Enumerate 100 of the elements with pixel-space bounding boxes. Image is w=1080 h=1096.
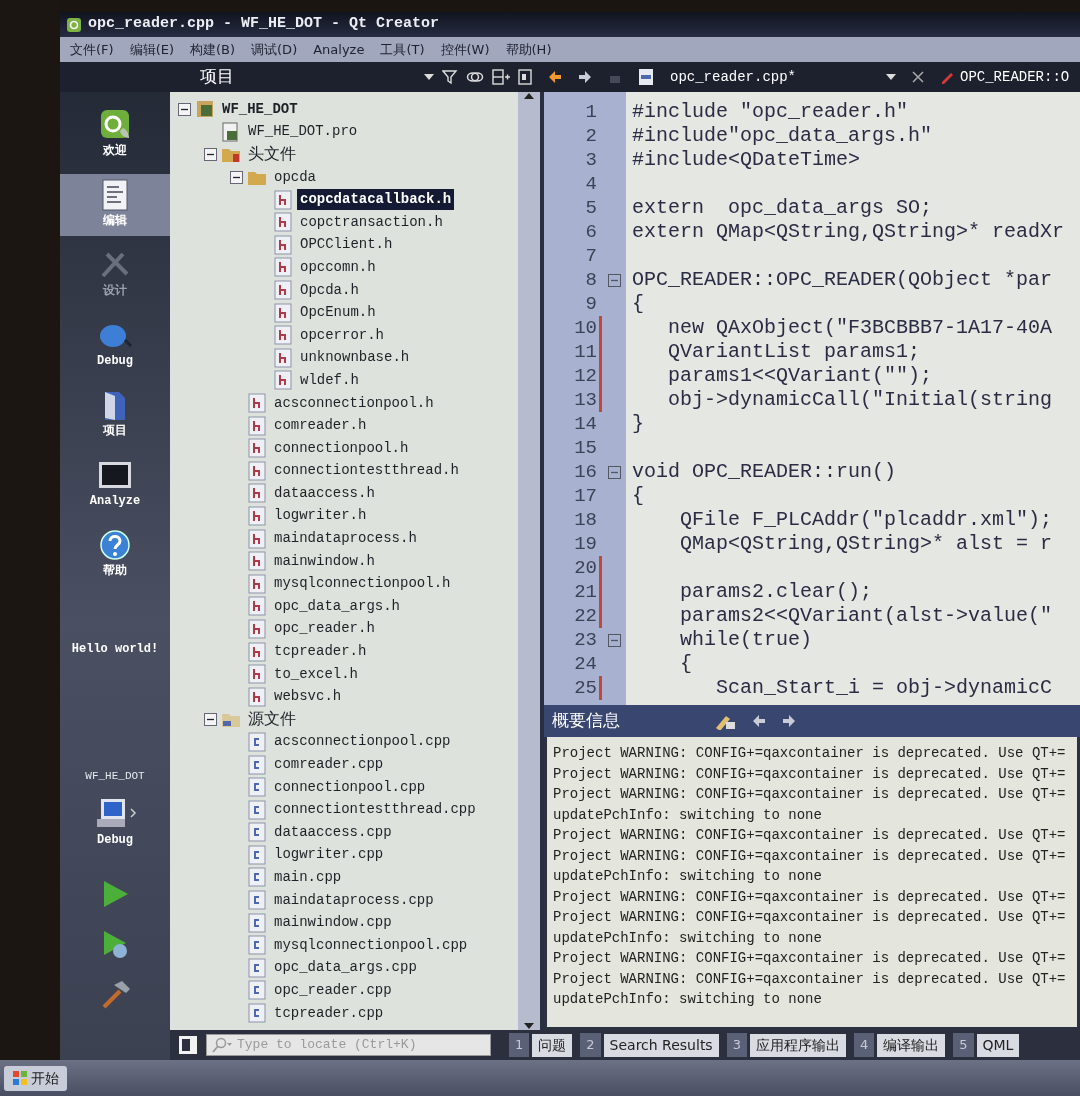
back-arrow-icon[interactable]	[752, 714, 766, 728]
header-file-icon	[247, 551, 267, 572]
tree-item[interactable]: WF_HE_DOT.pro	[245, 121, 361, 143]
tree-item[interactable]: logwriter.h	[271, 505, 370, 527]
menu-item[interactable]: 帮助(H)	[505, 39, 552, 60]
tree-item[interactable]: mainwindow.cpp	[271, 912, 395, 934]
fold-marker-icon[interactable]	[607, 633, 621, 647]
start-button[interactable]: 开始	[4, 1065, 67, 1091]
header-file-icon	[247, 596, 267, 617]
tree-item[interactable]: dataaccess.cpp	[271, 821, 395, 843]
tree-item[interactable]: tcpreader.h	[271, 641, 370, 663]
menu-item[interactable]: 构建(B)	[190, 39, 236, 60]
mode-button[interactable]: 欢迎	[60, 104, 170, 166]
tree-item[interactable]: maindataprocess.h	[271, 528, 420, 550]
mode-button[interactable]: 帮助	[60, 524, 170, 586]
tree-item[interactable]: acsconnectionpool.h	[271, 392, 437, 414]
menu-item[interactable]: 文件(F)	[70, 39, 114, 60]
header-file-icon	[247, 438, 267, 459]
tree-item[interactable]: comreader.cpp	[271, 754, 387, 775]
line-number: 13	[573, 387, 598, 413]
target-selector[interactable]: Debug	[60, 792, 170, 855]
menu-item[interactable]: 调试(D)	[251, 39, 298, 60]
tree-item[interactable]: opcda	[271, 166, 319, 188]
tree-item[interactable]: opccomn.h	[297, 256, 379, 278]
menu-item[interactable]: Analyze	[313, 39, 365, 60]
tree-item[interactable]: connectionpool.h	[271, 437, 412, 459]
line-number: 10	[573, 315, 598, 341]
tree-item[interactable]: tcpreader.cpp	[271, 1002, 387, 1024]
line-number: 15	[573, 435, 598, 461]
tree-item[interactable]: connectiontestthread.cpp	[271, 799, 479, 821]
line-number: 8	[584, 267, 598, 293]
line-number: 17	[573, 483, 598, 509]
menu-item[interactable]: 控件(W)	[440, 39, 490, 60]
tree-item[interactable]: maindataprocess.cpp	[271, 889, 437, 911]
close-icon[interactable]	[912, 71, 924, 83]
tree-item[interactable]: to_excel.h	[271, 663, 361, 685]
source-file-icon	[247, 957, 267, 978]
tree-item[interactable]: opcerror.h	[297, 324, 387, 346]
tree-item[interactable]: Opcda.h	[297, 279, 362, 301]
expander-icon[interactable]	[178, 102, 191, 116]
code-line: QFile F_PLCAddr("plcaddr.xml");	[679, 507, 1053, 533]
tree-item[interactable]: dataaccess.h	[271, 482, 378, 504]
header-file-icon	[273, 212, 293, 233]
expander-icon[interactable]	[204, 148, 217, 161]
tree-item[interactable]: 头文件	[245, 142, 299, 167]
fold-marker-icon[interactable]	[607, 273, 621, 287]
forward-arrow-icon[interactable]	[578, 70, 592, 84]
back-arrow-icon[interactable]	[548, 70, 562, 84]
mode-button[interactable]: Analyze	[60, 454, 170, 516]
window-title: opc_reader.cpp - WF_HE_DOT - Qt Creator	[88, 14, 440, 35]
tree-item[interactable]: copctransaction.h	[297, 211, 446, 233]
tree-item[interactable]: mysqlconnectionpool.h	[271, 573, 454, 595]
expander-icon[interactable]	[230, 170, 243, 184]
tree-item[interactable]: 源文件	[245, 707, 299, 732]
line-number: 11	[573, 339, 598, 365]
caret-icon[interactable]	[886, 73, 896, 81]
link-icon[interactable]	[466, 70, 484, 84]
tree-item[interactable]: opc_reader.cpp	[271, 979, 395, 1001]
mode-button[interactable]: 编辑	[60, 174, 170, 236]
session-label: Hello world!	[71, 641, 159, 658]
tree-item[interactable]: mainwindow.h	[271, 550, 378, 572]
tree-item[interactable]: mysqlconnectionpool.cpp	[271, 934, 471, 956]
header-file-icon	[247, 686, 267, 707]
tree-item[interactable]: opc_data_args.h	[271, 595, 404, 617]
symbol-selector[interactable]: OPC_READER::O	[960, 66, 1070, 88]
tree-item[interactable]: acsconnectionpool.cpp	[271, 731, 454, 753]
tree-item[interactable]: opc_reader.h	[271, 618, 378, 640]
source-file-icon	[247, 844, 267, 865]
tree-item[interactable]: connectiontestthread.h	[271, 460, 462, 482]
close-panel-icon[interactable]	[518, 69, 532, 85]
document-selector[interactable]: opc_reader.cpp*	[670, 66, 870, 88]
tree-item[interactable]: OpcEnum.h	[297, 302, 379, 324]
pencil-icon	[940, 70, 954, 84]
mode-button[interactable]: 项目	[60, 384, 170, 446]
tree-item[interactable]: main.cpp	[271, 867, 345, 888]
output-line: Project WARNING: CONFIG+=qaxcontainer is deprecated. Use QT+=	[553, 846, 1067, 866]
mode-button[interactable]: Debug	[60, 314, 170, 376]
tree-item[interactable]: websvc.h	[271, 686, 345, 708]
tree-item[interactable]: connectionpool.cpp	[271, 776, 429, 798]
tree-item[interactable]: WF_HE_DOT	[219, 98, 301, 120]
caret-icon[interactable]	[424, 73, 434, 81]
toggle-sidebar-icon[interactable]	[178, 1035, 198, 1055]
menu-item[interactable]: 工具(T)	[380, 39, 425, 60]
tree-item[interactable]: logwriter.cpp	[271, 844, 387, 866]
expander-icon[interactable]	[204, 712, 217, 726]
header-file-icon	[273, 325, 293, 346]
tree-item[interactable]: copcdatacallback.h	[297, 189, 455, 211]
tree-item[interactable]: wldef.h	[297, 369, 362, 391]
locator-field[interactable]: Type to locate (Ctrl+K)	[206, 1034, 491, 1056]
tree-item[interactable]: opc_data_args.cpp	[271, 957, 420, 979]
split-icon[interactable]	[492, 69, 510, 85]
hammer-icon[interactable]	[100, 978, 130, 1009]
menu-item[interactable]: 编辑(E)	[129, 39, 174, 60]
tree-item[interactable]: comreader.h	[271, 415, 370, 437]
forward-arrow-icon[interactable]	[782, 714, 796, 728]
tree-item[interactable]: unknownbase.h	[297, 347, 413, 369]
fold-marker-icon[interactable]	[607, 465, 621, 479]
tree-item[interactable]: OPCClient.h	[297, 234, 396, 256]
filter-icon[interactable]	[442, 69, 458, 85]
scrollbar[interactable]	[518, 92, 540, 1030]
